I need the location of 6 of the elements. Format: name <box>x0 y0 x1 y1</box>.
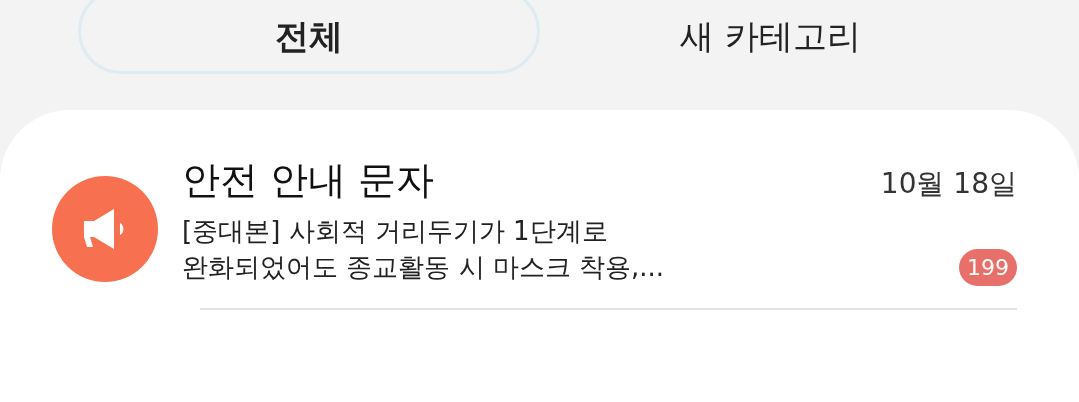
message-date: 10월 18일 <box>880 166 1017 202</box>
sender-name: 안전 안내 문자 <box>182 158 435 204</box>
unread-count-badge: 199 <box>959 248 1017 286</box>
category-tab[interactable]: 새 카테고리 <box>539 0 1001 74</box>
category-tab[interactable]: 전체 <box>78 0 540 74</box>
message-preview: [중대본] 사회적 거리두기가 1단계로 완화되었어도 종교활동 시 마스크 착용,... <box>182 215 665 285</box>
